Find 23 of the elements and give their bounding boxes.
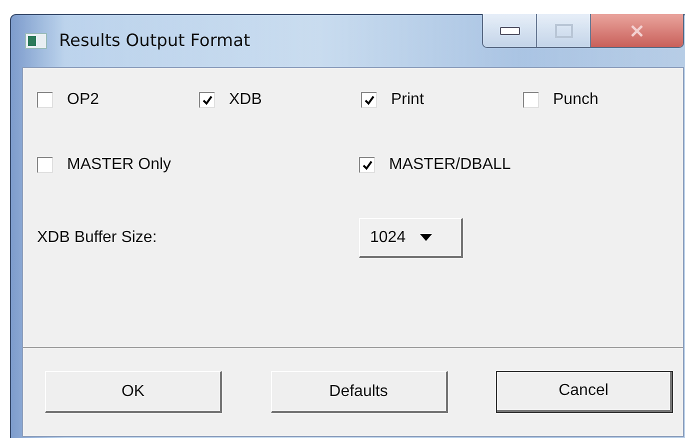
field-label: XDB Buffer Size: — [37, 229, 158, 247]
caret-icon — [420, 234, 432, 241]
app-icon — [25, 33, 47, 49]
checkbox-label: MASTER/DBALL — [389, 156, 511, 174]
checkbox-label: MASTER Only — [67, 156, 172, 174]
checkbox-label: XDB — [229, 91, 262, 109]
checkbox[interactable] — [523, 92, 539, 108]
checkbox-label: OP2 — [67, 91, 100, 109]
close-icon — [630, 24, 644, 36]
checkbox[interactable] — [361, 92, 377, 108]
checkbox[interactable] — [199, 92, 215, 108]
checkbox[interactable] — [37, 157, 53, 173]
dialog-button[interactable]: OK — [45, 371, 222, 413]
checkbox-label: Print — [391, 91, 424, 109]
buffer-size-dropdown[interactable]: 1024 — [359, 218, 463, 258]
window-title: Results Output Format — [59, 31, 250, 51]
checkbox[interactable] — [359, 157, 375, 173]
dialog-button[interactable]: Cancel — [496, 371, 673, 413]
checkbox-label: Punch — [553, 91, 598, 109]
minimize-button[interactable] — [483, 14, 537, 47]
checkbox[interactable] — [37, 92, 53, 108]
dialog-button[interactable]: Defaults — [270, 371, 448, 413]
close-button[interactable] — [591, 14, 683, 47]
